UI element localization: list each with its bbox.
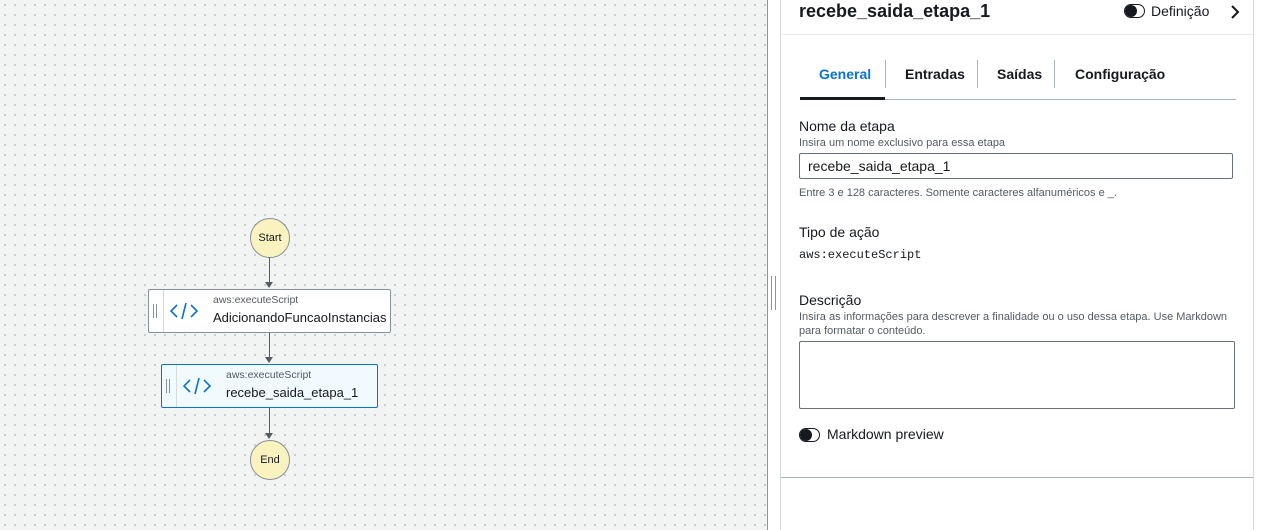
connector-arrow xyxy=(269,333,270,358)
drag-handle-icon[interactable] xyxy=(166,379,171,393)
step-name: AdicionandoFuncaoInstancias xyxy=(213,310,387,325)
description-label: Descrição xyxy=(799,292,862,308)
arrow-head xyxy=(265,433,273,439)
definition-toggle-label: Definição xyxy=(1151,3,1210,19)
panel-header: recebe_saida_etapa_1 Definição xyxy=(781,0,1253,35)
code-icon xyxy=(182,377,212,395)
tab-entradas[interactable]: Entradas xyxy=(905,66,965,82)
code-icon xyxy=(169,302,199,320)
panel-divider xyxy=(767,0,768,530)
tab-separator xyxy=(885,60,886,88)
step-type: aws:executeScript xyxy=(226,369,312,381)
active-tab-indicator xyxy=(800,97,885,100)
step-name-description: Insira um nome exclusivo para essa etapa xyxy=(799,137,1006,149)
tab-saidas[interactable]: Saídas xyxy=(997,66,1042,82)
panel-title: recebe_saida_etapa_1 xyxy=(799,1,991,21)
step-properties-panel: recebe_saida_etapa_1 Definição General E… xyxy=(780,0,1254,530)
step-name-constraint: Entre 3 e 128 caracteres. Somente caract… xyxy=(799,187,1117,199)
action-type-label: Tipo de ação xyxy=(799,224,880,240)
connector-arrow xyxy=(269,257,270,283)
step-separator xyxy=(176,365,177,407)
arrow-head xyxy=(265,282,273,288)
connector-arrow xyxy=(269,408,270,434)
chevron-right-icon[interactable] xyxy=(1229,4,1241,20)
drag-handle-icon[interactable] xyxy=(153,304,158,318)
panel-footer-divider xyxy=(781,477,1253,478)
step-name-input[interactable] xyxy=(799,153,1233,179)
end-node[interactable]: End xyxy=(250,440,290,480)
markdown-preview-label: Markdown preview xyxy=(827,426,944,442)
definition-toggle[interactable] xyxy=(1124,4,1145,18)
tab-configuracao[interactable]: Configuração xyxy=(1075,66,1165,82)
step-separator xyxy=(163,290,164,332)
markdown-preview-toggle[interactable] xyxy=(799,428,820,442)
resize-handle[interactable] xyxy=(771,276,777,310)
step-type: aws:executeScript xyxy=(213,294,299,306)
description-help: Insira as informações para descrever a f… xyxy=(799,311,1228,337)
arrow-head xyxy=(265,357,273,363)
workflow-canvas[interactable]: Start aws:executeScript AdicionandoFunca… xyxy=(0,0,767,530)
step-name-label: Nome da etapa xyxy=(799,118,895,134)
start-node[interactable]: Start xyxy=(250,218,290,258)
action-type-value: aws:executeScript xyxy=(799,248,922,262)
description-textarea[interactable] xyxy=(799,341,1235,409)
tab-separator xyxy=(1054,60,1055,88)
step-node-recebe-saida[interactable]: aws:executeScript recebe_saida_etapa_1 xyxy=(161,364,378,408)
tab-general[interactable]: General xyxy=(819,66,871,82)
tab-separator xyxy=(977,60,978,88)
step-node-adicionando[interactable]: aws:executeScript AdicionandoFuncaoInsta… xyxy=(148,289,391,333)
step-name: recebe_saida_etapa_1 xyxy=(226,385,359,400)
tab-bar: General Entradas Saídas Configuração xyxy=(800,58,1236,100)
